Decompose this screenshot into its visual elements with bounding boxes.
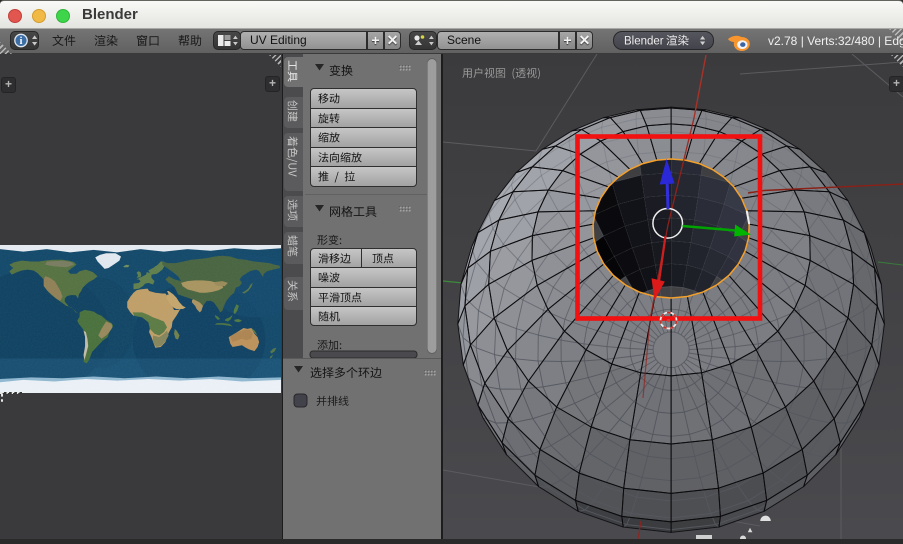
- svg-text:Blender: Blender: [624, 36, 664, 48]
